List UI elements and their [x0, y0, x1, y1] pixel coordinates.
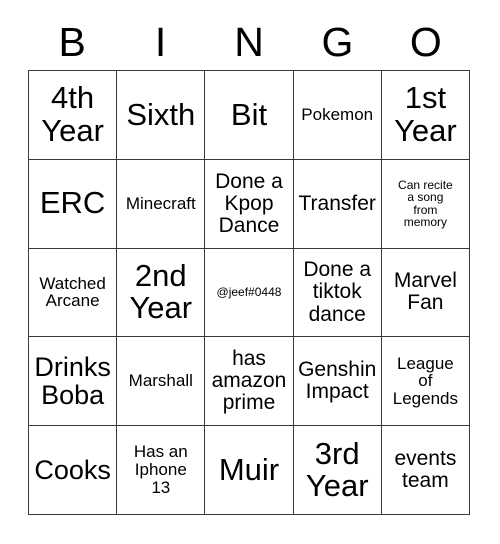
bingo-cell-r3c4[interactable]: Done a tiktok dance: [293, 248, 382, 338]
bingo-cell-label: Has an Iphone 13: [133, 442, 188, 498]
bingo-cell-r2c5[interactable]: Can recite a song from memory: [381, 159, 470, 249]
bingo-header: B I N G O: [28, 14, 470, 70]
bingo-cell-label: Done a Kpop Dance: [215, 169, 283, 237]
bingo-cell-r1c1[interactable]: 4th Year: [29, 71, 118, 160]
bingo-cell-label: events team: [394, 447, 457, 493]
bingo-cell-label: Done a tiktok dance: [303, 258, 372, 326]
bingo-cell-label: League of Legends: [392, 353, 458, 409]
bingo-cell-r4c4[interactable]: Genshin Impact: [293, 337, 382, 427]
bingo-header-letter-o: O: [409, 18, 442, 65]
bingo-header-letter-b: B: [58, 18, 86, 65]
bingo-cell-label: has amazon prime: [211, 347, 287, 415]
bingo-cell-r1c3[interactable]: Bit: [205, 71, 294, 160]
bingo-cell-label: Marvel Fan: [393, 269, 457, 315]
bingo-cell-label: Sixth: [126, 96, 196, 132]
bingo-cell-label: Cooks: [34, 454, 111, 485]
bingo-cell-r5c3[interactable]: Muir: [205, 426, 294, 515]
bingo-header-letter-g: G: [321, 18, 354, 65]
bingo-cell-r2c1[interactable]: ERC: [29, 159, 118, 249]
bingo-cell-label: Marshall: [128, 371, 193, 391]
bingo-cell-r1c5[interactable]: 1st Year: [381, 71, 470, 160]
bingo-cell-label: Drinks Boba: [34, 351, 111, 411]
bingo-cell-r5c4[interactable]: 3rd Year: [293, 426, 382, 515]
bingo-header-letter-i: I: [154, 18, 167, 65]
bingo-cell-r5c1[interactable]: Cooks: [29, 426, 118, 515]
bingo-cell-label: Minecraft: [125, 193, 196, 213]
bingo-cell-r2c4[interactable]: Transfer: [293, 159, 382, 249]
bingo-cell-label: Transfer: [298, 191, 376, 215]
bingo-cell-r3c1[interactable]: Watched Arcane: [29, 248, 118, 338]
bingo-cell-r4c5[interactable]: League of Legends: [381, 337, 470, 427]
bingo-cell-label: 3rd Year: [305, 435, 369, 504]
bingo-cell-label: Can recite a song from memory: [398, 177, 453, 230]
bingo-cell-label: Pokemon: [301, 104, 374, 124]
bingo-cell-r2c3[interactable]: Done a Kpop Dance: [205, 159, 294, 249]
bingo-cell-r1c4[interactable]: Pokemon: [293, 71, 382, 160]
bingo-cell-label: 1st Year: [394, 80, 457, 148]
bingo-cell-r4c2[interactable]: Marshall: [117, 337, 206, 427]
bingo-cell-r2c2[interactable]: Minecraft: [117, 159, 206, 249]
bingo-cell-label: ERC: [39, 185, 106, 221]
bingo-cell-r3c3[interactable]: @jeef#0448: [205, 248, 294, 338]
bingo-cell-r5c5[interactable]: events team: [381, 426, 470, 515]
bingo-cell-r1c2[interactable]: Sixth: [117, 71, 206, 160]
bingo-cell-r3c5[interactable]: Marvel Fan: [381, 248, 470, 338]
bingo-cell-label: 2nd Year: [129, 257, 193, 326]
bingo-cell-r3c2[interactable]: 2nd Year: [117, 248, 206, 338]
bingo-cell-label: 4th Year: [41, 80, 104, 148]
bingo-grid: 4th Year Sixth Bit Pokemon 1st Year ERC Minecr…: [28, 70, 470, 515]
bingo-cell-label: @jeef#0448: [216, 285, 282, 300]
bingo-card: B I N G O 4th Year Sixth Bit Pokemon 1st Yea…: [0, 0, 500, 544]
bingo-cell-r4c1[interactable]: Drinks Boba: [29, 337, 118, 427]
bingo-cell-label: Watched Arcane: [39, 273, 106, 311]
bingo-header-letter-n: N: [234, 18, 264, 65]
bingo-cell-r4c3[interactable]: has amazon prime: [205, 337, 294, 427]
bingo-cell-label: Muir: [218, 451, 280, 487]
bingo-cell-r5c2[interactable]: Has an Iphone 13: [117, 426, 206, 515]
bingo-cell-label: Bit: [230, 96, 268, 132]
bingo-cell-label: Genshin Impact: [298, 358, 377, 404]
